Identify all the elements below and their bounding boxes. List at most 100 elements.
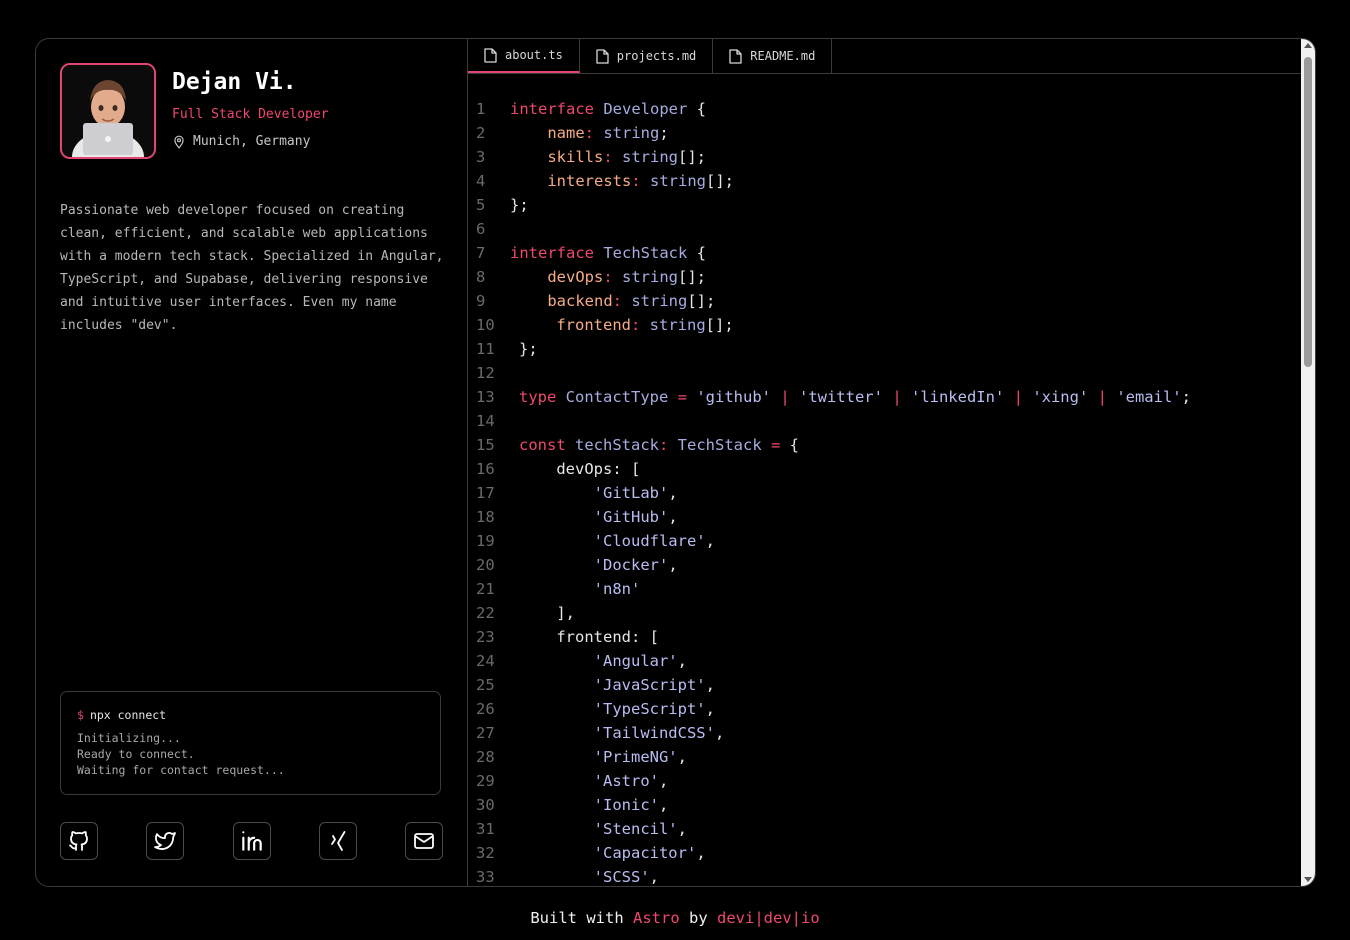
code-line: 33 'SCSS', xyxy=(468,865,1301,886)
code-token: , xyxy=(668,556,678,574)
line-number: 22 xyxy=(476,604,495,622)
code-token: 'Cloudflare' xyxy=(519,532,706,550)
tab-projects-md[interactable]: projects.md xyxy=(580,39,714,73)
code-token: = xyxy=(668,388,697,406)
code-token: , xyxy=(705,700,715,718)
editor-scrollbar[interactable] xyxy=(1301,39,1315,886)
code-text: type ContactType = 'github' | 'twitter' … xyxy=(519,385,1191,409)
avatar xyxy=(60,63,156,159)
code-token: ; xyxy=(1181,388,1191,406)
code-token: TechStack xyxy=(603,244,688,262)
code-line: 10 frontend: string[]; xyxy=(468,313,1301,337)
code-token: 'github' xyxy=(696,388,771,406)
code-text: 'SCSS', xyxy=(519,865,659,886)
code-text: interface Developer { xyxy=(510,97,706,121)
code-token: , xyxy=(658,772,669,790)
terminal-output-line: Initializing... xyxy=(77,731,181,745)
terminal-prompt: $ xyxy=(77,708,84,722)
code-token: string xyxy=(622,268,678,286)
code-token: 'GitLab' xyxy=(519,484,669,502)
code-text: devOps: [ xyxy=(519,457,640,481)
code-token: 'linkedIn' xyxy=(910,388,1005,406)
line-number: 12 xyxy=(476,364,495,382)
terminal-output-line: Waiting for contact request... xyxy=(77,763,285,777)
code-text: 'Docker', xyxy=(519,553,678,577)
line-number: 1 xyxy=(476,100,486,118)
linkedin-icon xyxy=(241,831,262,851)
terminal-output: Initializing... Ready to connect. Waitin… xyxy=(77,730,424,778)
code-text: 'Angular', xyxy=(519,649,687,673)
file-icon xyxy=(596,48,609,64)
social-links xyxy=(60,822,443,860)
code-line: 16 devOps: [ xyxy=(468,457,1301,481)
page-footer: Built with Astro by devi|dev|io xyxy=(0,909,1350,927)
code-line: 5}; xyxy=(468,193,1301,217)
code-token: name xyxy=(510,124,585,142)
code-token: : xyxy=(603,148,622,166)
code-token: , xyxy=(705,532,715,550)
mail-icon xyxy=(414,833,434,849)
line-number: 9 xyxy=(476,292,486,310)
github-link[interactable] xyxy=(60,822,98,860)
code-line: 23 frontend: [ xyxy=(468,625,1301,649)
code-text: 'Stencil', xyxy=(519,817,687,841)
line-number: 18 xyxy=(476,508,495,526)
code-token: []; xyxy=(687,292,716,310)
code-line: 30 'Ionic', xyxy=(468,793,1301,817)
code-token: 'xing' xyxy=(1032,388,1089,406)
tab-about-ts[interactable]: about.ts xyxy=(468,39,580,73)
line-number: 13 xyxy=(476,388,495,406)
footer-author-link[interactable]: devi|dev|io xyxy=(717,909,820,927)
line-number: 5 xyxy=(476,196,486,214)
code-token: , xyxy=(668,508,678,526)
code-token: { xyxy=(789,436,800,454)
line-number: 19 xyxy=(476,532,495,550)
code-token: 'TypeScript' xyxy=(519,700,706,718)
code-line: 26 'TypeScript', xyxy=(468,697,1301,721)
scroll-up-arrow[interactable] xyxy=(1304,43,1312,48)
code-line: 11}; xyxy=(468,337,1301,361)
code-line: 2 name: string; xyxy=(468,121,1301,145)
code-text: 'Cloudflare', xyxy=(519,529,715,553)
code-token: 'twitter' xyxy=(798,388,883,406)
scroll-down-arrow[interactable] xyxy=(1304,877,1312,882)
github-icon xyxy=(69,831,88,851)
line-number: 21 xyxy=(476,580,495,598)
code-token: ContactType xyxy=(565,388,669,406)
code-token: string xyxy=(603,124,660,142)
code-token: 'TailwindCSS' xyxy=(519,724,715,742)
code-token: type xyxy=(519,388,566,406)
twitter-link[interactable] xyxy=(146,822,185,860)
footer-framework-link[interactable]: Astro xyxy=(633,909,680,927)
footer-prefix: Built with xyxy=(530,909,633,927)
code-token: 'Stencil' xyxy=(519,820,678,838)
code-token: backend xyxy=(510,292,613,310)
line-number: 25 xyxy=(476,676,495,694)
linkedin-link[interactable] xyxy=(232,822,271,860)
code-line: 24 'Angular', xyxy=(468,649,1301,673)
xing-link[interactable] xyxy=(318,822,357,860)
email-link[interactable] xyxy=(405,822,443,860)
line-number: 20 xyxy=(476,556,495,574)
line-number: 4 xyxy=(476,172,486,190)
code-text: ], xyxy=(519,601,575,625)
code-token: devOps: [ xyxy=(519,460,641,478)
code-token: []; xyxy=(705,316,734,334)
scroll-thumb[interactable] xyxy=(1304,57,1312,367)
code-text: frontend: string[]; xyxy=(519,313,734,337)
tab-readme-md[interactable]: README.md xyxy=(713,39,833,73)
line-number: 31 xyxy=(476,820,495,838)
code-token: interests xyxy=(510,172,632,190)
code-text: 'Capacitor', xyxy=(519,841,706,865)
code-token: string xyxy=(650,172,706,190)
code-token: skills xyxy=(510,148,604,166)
code-token: string xyxy=(622,148,678,166)
code-token: : xyxy=(630,316,650,334)
code-line: 31 'Stencil', xyxy=(468,817,1301,841)
code-text: }; xyxy=(510,193,529,217)
code-token: , xyxy=(658,796,669,814)
code-token: techStack xyxy=(575,436,659,454)
profile-location: Munich, Germany xyxy=(172,134,310,149)
code-token: 'n8n' xyxy=(519,580,641,598)
code-text: backend: string[]; xyxy=(510,289,715,313)
